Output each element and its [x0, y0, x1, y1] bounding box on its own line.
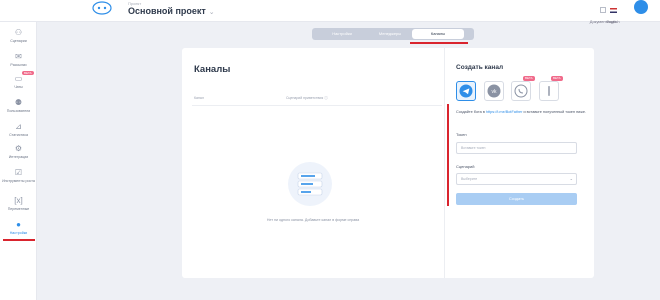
highlight-marker	[447, 104, 449, 206]
sidebar-item-mailings[interactable]: ✉ Рассылки	[0, 52, 37, 67]
active-item-underline	[3, 239, 35, 241]
project-title: Основной проект	[128, 6, 206, 16]
empty-list-icon	[288, 162, 332, 206]
growth-icon: ☑	[14, 168, 23, 177]
users-icon: ⚉	[14, 98, 23, 107]
channel-viber-button[interactable]	[511, 81, 531, 101]
panel-divider	[444, 48, 445, 278]
scenarios-icon: ⚇	[14, 28, 23, 37]
language-switch[interactable]: English	[606, 0, 620, 24]
sidebar-item-variables[interactable]: [x] Переменные	[0, 196, 37, 211]
create-channel-title: Создать канал	[456, 64, 504, 71]
page-title: Каналы	[194, 64, 231, 75]
channel-vk-button[interactable]: vk	[484, 81, 504, 101]
flag-icon	[609, 8, 617, 13]
sidebar-item-integrations[interactable]: ⚙ Интеграции	[0, 144, 37, 159]
mail-icon: ✉	[15, 52, 22, 61]
create-button[interactable]: Создать	[456, 193, 577, 205]
empty-state-text: Нет ни одного канала. Добавьте канал в ф…	[266, 218, 360, 222]
column-header-channel: Канал	[194, 96, 204, 100]
avatar[interactable]	[634, 0, 648, 14]
sidebar-item-label: Рассылки	[10, 63, 27, 67]
more-icon	[548, 86, 550, 96]
logo-icon[interactable]	[92, 1, 112, 15]
column-header-scenario: Сценарий приветствия ⓘ	[286, 96, 328, 101]
settings-icon: ●	[16, 220, 21, 229]
channel-telegram-button[interactable]	[456, 81, 476, 101]
beta-badge: BETA	[22, 71, 34, 75]
sidebar-item-label: Настройки	[9, 231, 28, 235]
sidebar-item-stats[interactable]: ⊿ Статистика	[0, 122, 37, 137]
viber-icon	[514, 84, 528, 98]
channels-card: Каналы Канал Сценарий приветствия ⓘ Нет …	[182, 48, 594, 278]
scenario-select[interactable]: Выберите ⌄	[456, 173, 577, 185]
sidebar-item-label: Переменные	[7, 207, 30, 211]
tab-managers[interactable]: Менеджеры	[366, 28, 414, 40]
active-tab-underline	[410, 42, 468, 44]
sidebar-item-chats[interactable]: ▭ Чаты BETA	[0, 71, 37, 89]
sidebar-item-label: Интеграции	[8, 155, 29, 159]
scenario-select-value: Выберите	[461, 177, 478, 181]
info-icon[interactable]: ⓘ	[324, 96, 328, 100]
variables-icon: [x]	[14, 196, 23, 205]
sidebar-item-label: Статистика	[9, 133, 28, 137]
create-hint: Создайте бота в https://t.me/BotFather и…	[456, 110, 586, 115]
sidebar-item-label: Пользователи	[6, 109, 31, 113]
token-label: Токен	[456, 132, 467, 137]
svg-text:vk: vk	[492, 89, 498, 95]
chevron-down-icon: ⌄	[208, 9, 215, 16]
sidebar-item-settings[interactable]: ● Настройки	[0, 220, 37, 235]
sidebar-item-label: Инструменты роста	[2, 179, 35, 183]
project-selector[interactable]: Проект Основной проект ⌄	[128, 2, 215, 18]
sidebar-item-users[interactable]: ⚉ Пользователи	[0, 98, 37, 113]
beta-badge: BETA	[551, 76, 563, 81]
sidebar-item-growth[interactable]: ☑ Инструменты роста	[0, 168, 37, 183]
chat-icon: ▭	[14, 74, 23, 83]
sidebar-item-label: Сценарии	[10, 39, 27, 43]
tab-settings[interactable]: Настройки	[318, 28, 366, 40]
scenario-label: Сценарий	[456, 164, 475, 169]
botfather-link[interactable]: https://t.me/BotFather	[486, 110, 523, 114]
tab-bar: Настройки Менеджеры Каналы	[312, 28, 474, 40]
hint-text: Создайте бота в	[456, 110, 486, 114]
beta-badge: BETA	[523, 76, 535, 81]
token-input[interactable]: Вставьте токен	[456, 142, 577, 154]
top-bar: Проект Основной проект ⌄ Документация Eng…	[0, 0, 660, 24]
column-header-scenario-label: Сценарий приветствия	[286, 96, 324, 100]
tab-channels[interactable]: Каналы	[412, 29, 464, 39]
stats-icon: ⊿	[15, 122, 22, 131]
channel-more-button[interactable]	[539, 81, 559, 101]
table-header-divider	[192, 105, 442, 106]
chevron-down-icon: ⌄	[569, 176, 573, 181]
language-label: English	[606, 19, 620, 24]
telegram-icon	[459, 84, 473, 98]
integrations-icon: ⚙	[14, 144, 23, 153]
sidebar-item-scenarios[interactable]: ⚇ Сценарии	[0, 28, 37, 43]
sidebar-item-label: Чаты	[14, 85, 23, 89]
vk-icon: vk	[487, 84, 501, 98]
sidebar: ⚇ Сценарии ✉ Рассылки ▭ Чаты BETA ⚉ Поль…	[0, 22, 37, 300]
hint-text: и вставьте полученный токен ниже.	[522, 110, 586, 114]
